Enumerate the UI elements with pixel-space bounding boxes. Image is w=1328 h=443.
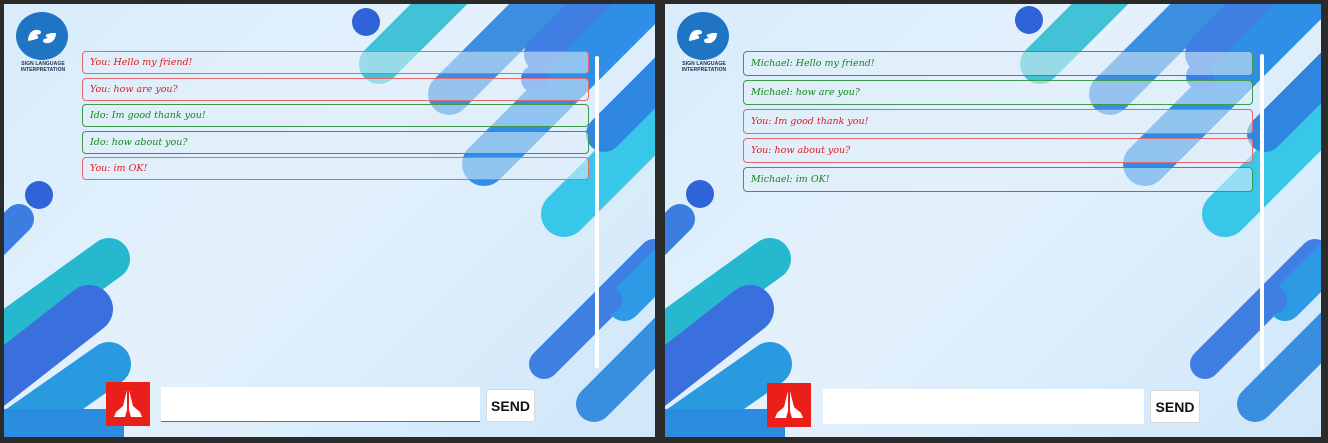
logo-caption: SIGN LANGUAGE INTERPRETATION bbox=[20, 61, 66, 73]
logo-caption: SIGN LANGUAGE INTERPRETATION bbox=[681, 61, 727, 73]
chat-window-right: SIGN LANGUAGE INTERPRETATION Michael: He… bbox=[665, 4, 1321, 437]
message-bubble: Ido: how about you? bbox=[82, 130, 589, 154]
sign-language-logo: SIGN LANGUAGE INTERPRETATION bbox=[14, 12, 72, 73]
sign-language-logo: SIGN LANGUAGE INTERPRETATION bbox=[675, 12, 733, 73]
message-input[interactable] bbox=[823, 389, 1144, 424]
message-bubble: You: Im good thank you! bbox=[743, 109, 1253, 134]
sign-language-hands-icon bbox=[16, 12, 68, 60]
message-scrollbar[interactable] bbox=[595, 56, 599, 368]
send-button[interactable]: SEND bbox=[486, 389, 535, 422]
message-bubble: You: how are you? bbox=[82, 77, 589, 101]
chat-window-left: SIGN LANGUAGE INTERPRETATION You: Hello … bbox=[4, 4, 655, 437]
message-input[interactable] bbox=[161, 387, 480, 422]
praying-hands-icon[interactable] bbox=[767, 383, 811, 427]
message-bubble: Michael: Hello my friend! bbox=[743, 51, 1253, 76]
message-bubble: You: Hello my friend! bbox=[82, 51, 589, 74]
sign-language-hands-icon bbox=[677, 12, 729, 60]
message-scrollbar[interactable] bbox=[1260, 54, 1264, 370]
message-bubble: Ido: Im good thank you! bbox=[82, 104, 589, 127]
message-bubble: You: im OK! bbox=[82, 157, 589, 180]
message-list: You: Hello my friend! You: how are you? … bbox=[82, 51, 589, 184]
message-bubble: Michael: im OK! bbox=[743, 167, 1253, 192]
send-button[interactable]: SEND bbox=[1150, 390, 1200, 423]
message-bubble: You: how about you? bbox=[743, 138, 1253, 163]
message-bubble: Michael: how are you? bbox=[743, 80, 1253, 105]
praying-hands-icon[interactable] bbox=[106, 382, 150, 426]
message-list: Michael: Hello my friend! Michael: how a… bbox=[743, 51, 1253, 196]
